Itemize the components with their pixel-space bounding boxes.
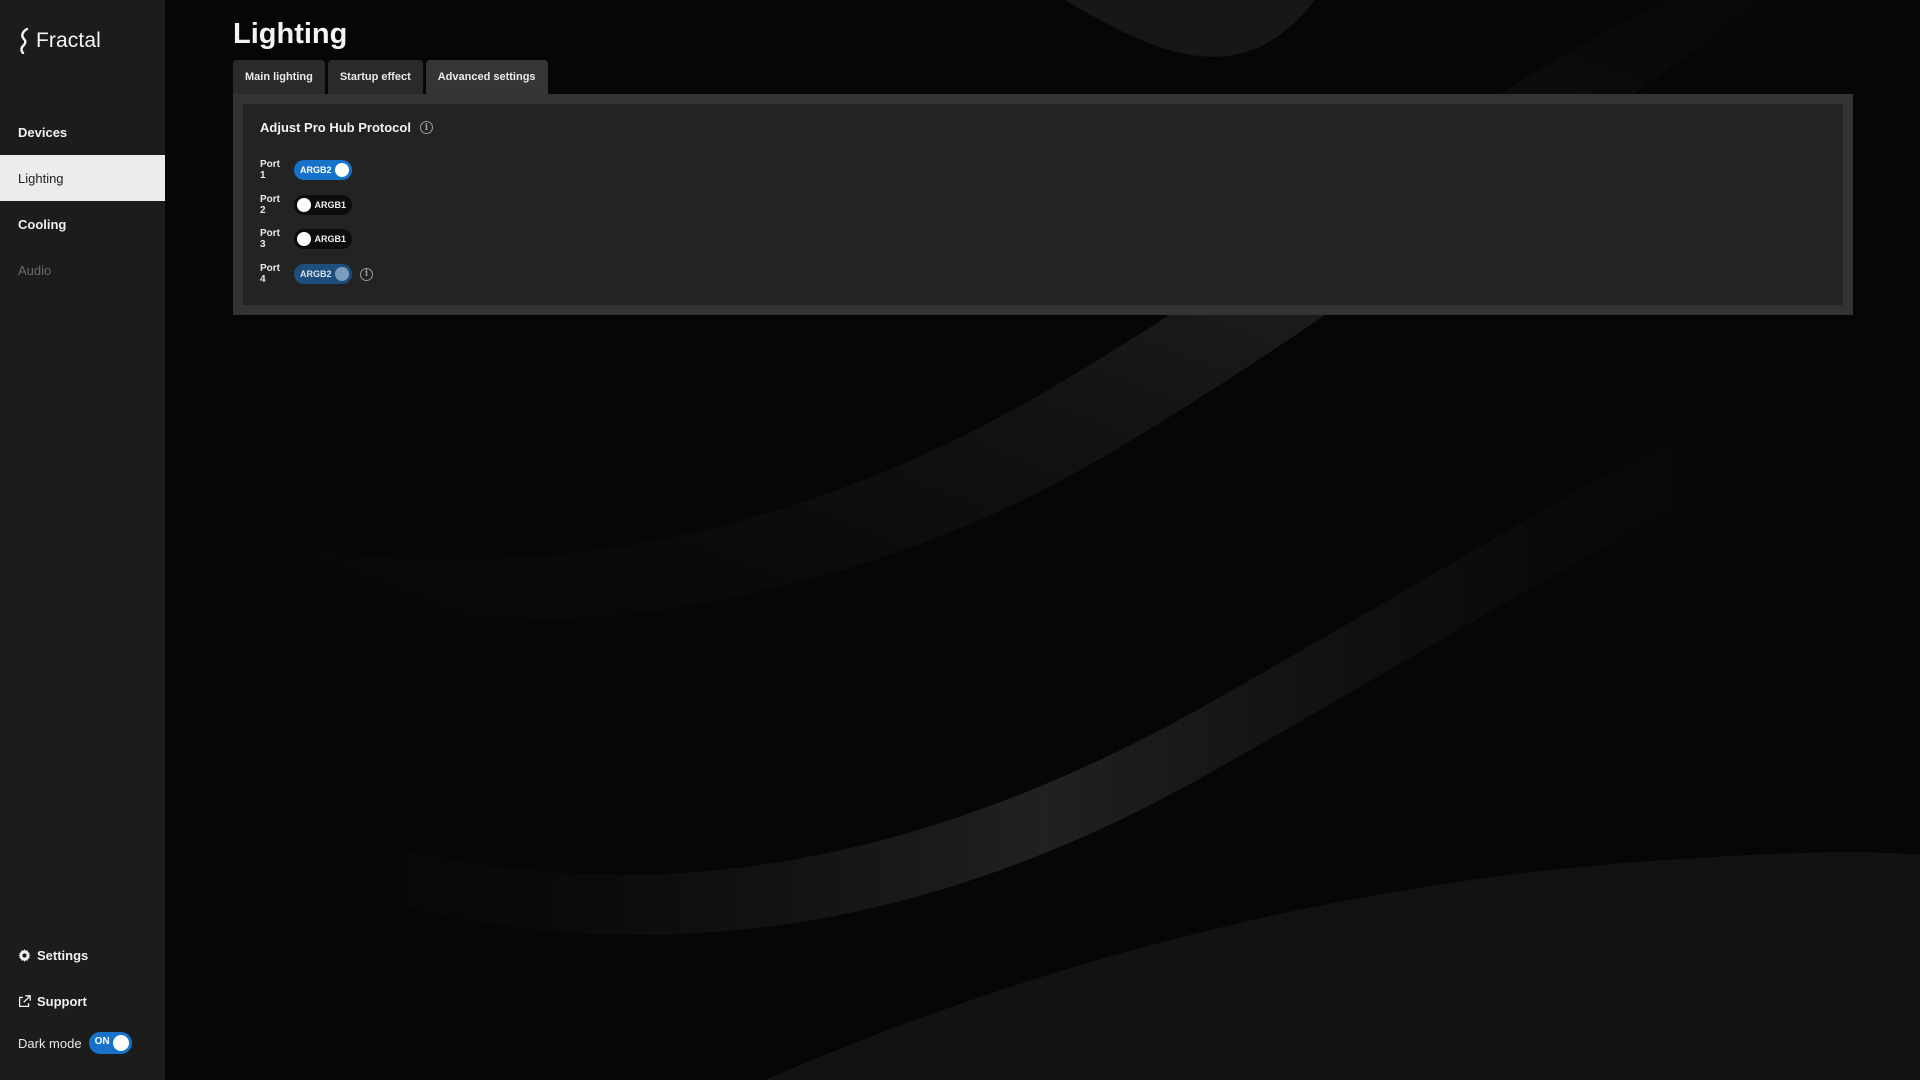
tab-bar: Main lighting Startup effect Advanced se… [233,60,548,94]
fractal-logo-icon [20,28,29,54]
panel-content: Adjust Pro Hub Protocol i Port 1 ARGB2 P… [243,104,1843,305]
toggle-knob [335,163,349,177]
toggle-knob [335,267,349,281]
sidebar-item-devices[interactable]: Devices [0,109,165,155]
toggle-value: ARGB1 [314,234,346,244]
app-logo: Fractal [17,26,101,56]
sidebar-item-label: Devices [18,124,68,140]
toggle-value: ARGB1 [314,200,346,210]
sidebar-nav: Devices Lighting Cooling Audio [0,109,165,293]
port-4-protocol-toggle: ARGB2 [294,264,352,284]
sidebar-item-label: Lighting [18,170,64,186]
toggle-knob [297,198,311,212]
dark-mode-label: Dark mode [18,1035,82,1051]
info-icon[interactable]: i [419,121,433,134]
tab-startup-effect[interactable]: Startup effect [327,60,423,94]
port-row: Port 2 ARGB1 [260,194,352,216]
toggle-value: ARGB2 [300,165,332,175]
external-link-icon [18,995,31,1008]
dark-mode-toggle-label: ON [94,1036,110,1047]
sidebar: Fractal Devices Lighting Cooling Audio S… [0,0,165,1080]
toggle-value: ARGB2 [300,269,332,279]
toggle-knob [297,232,311,246]
sidebar-item-label: Cooling [18,216,67,232]
sidebar-item-label: Audio [18,262,52,278]
info-icon[interactable]: i [360,267,373,281]
support-link[interactable]: Support [18,994,87,1009]
port-row: Port 3 ARGB1 [260,228,352,250]
page-title: Lighting [233,18,348,50]
port-2-protocol-toggle[interactable]: ARGB1 [294,195,352,215]
tab-advanced-settings[interactable]: Advanced settings [425,60,548,94]
logo-text: Fractal [36,29,101,52]
pro-hub-protocol-panel: Adjust Pro Hub Protocol i Port 1 ARGB2 P… [233,94,1853,315]
tab-label: Advanced settings [437,71,536,83]
port-row: Port 4 ARGB2 i [260,263,373,285]
sidebar-item-audio: Audio [0,247,165,293]
tab-label: Main lighting [245,71,313,83]
sidebar-item-lighting[interactable]: Lighting [0,155,165,201]
settings-label: Settings [37,948,89,963]
port-label: Port 1 [260,159,280,181]
settings-link[interactable]: Settings [18,948,88,963]
support-label: Support [37,994,87,1009]
port-1-protocol-toggle[interactable]: ARGB2 [294,160,352,180]
port-label: Port 4 [260,263,280,285]
port-3-protocol-toggle[interactable]: ARGB1 [294,229,352,249]
toggle-knob [112,1035,129,1051]
tab-main-lighting[interactable]: Main lighting [233,60,325,94]
sidebar-item-cooling[interactable]: Cooling [0,201,165,247]
dark-mode-toggle[interactable]: ON [88,1032,132,1054]
port-row: Port 1 ARGB2 [260,159,352,181]
tab-label: Startup effect [339,71,411,83]
gear-icon [18,949,31,962]
port-label: Port 3 [260,228,280,250]
port-label: Port 2 [260,194,280,216]
panel-title-text: Adjust Pro Hub Protocol [260,120,411,135]
panel-title: Adjust Pro Hub Protocol i [260,120,433,135]
dark-mode-row: Dark mode ON [18,1032,132,1054]
